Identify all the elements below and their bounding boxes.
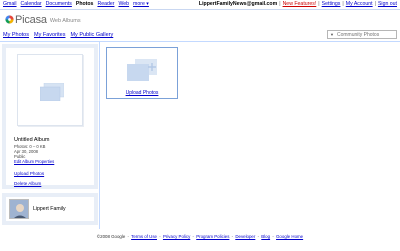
sign-out-link[interactable]: Sign out (378, 0, 397, 8)
blog-link[interactable]: Blog (261, 234, 270, 239)
album-nav: My Photos My Favorites My Public Gallery (3, 32, 113, 39)
gbar-photos-current: Photos (75, 1, 94, 7)
album-cover[interactable] (17, 54, 83, 126)
web-albums-label: Web Albums (49, 18, 81, 24)
album-card: Untitled Album Photos: 0 – 0 KB Apr 30, … (6, 48, 94, 186)
separator: - (231, 234, 234, 239)
separator: - (159, 234, 161, 239)
my-photos-link[interactable]: My Photos (3, 32, 29, 39)
album-actions: Upload Photos Delete Album (14, 169, 44, 189)
separator: | (318, 1, 320, 7)
picasa-pinwheel-icon (5, 15, 14, 24)
google-home-link[interactable]: Google Home (276, 234, 303, 239)
my-favorites-link[interactable]: My Favorites (34, 32, 65, 39)
album-details: Untitled Album Photos: 0 – 0 KB Apr 30, … (14, 137, 54, 164)
separator: - (257, 234, 260, 239)
delete-album-link[interactable]: Delete Album (14, 179, 44, 189)
google-bar-divider (0, 9, 400, 10)
photo-placeholder-icon (40, 83, 64, 101)
google-bar: Gmail Calendar Documents Photos Reader W… (0, 0, 400, 9)
separator: | (374, 1, 376, 7)
community-search: ▼ (327, 30, 397, 39)
settings-link[interactable]: Settings (322, 0, 341, 8)
picasa-wordmark: Picasa (15, 14, 47, 26)
upload-photos-tile-label[interactable]: Upload Photos (107, 90, 177, 96)
new-features-link[interactable]: New Features! (283, 0, 317, 8)
privacy-policy-link[interactable]: Privacy Policy (163, 234, 190, 239)
copyright: ©2008 Google (96, 234, 126, 239)
upload-photos-tile[interactable]: Upload Photos (106, 47, 178, 99)
user-panel: Lippert Family (2, 193, 98, 225)
avatar-person-icon (10, 200, 28, 218)
separator: - (272, 234, 274, 239)
developer-link[interactable]: Developer (235, 234, 255, 239)
terms-of-use-link[interactable]: Terms of Use (131, 234, 157, 239)
user-avatar[interactable] (9, 199, 29, 219)
search-scope-dropdown-icon[interactable]: ▼ (330, 32, 334, 37)
album-panel: Untitled Album Photos: 0 – 0 KB Apr 30, … (2, 44, 98, 189)
account-links: LippertFamilyNews@gmail.com | New Featur… (199, 0, 397, 8)
account-email: LippertFamilyNews@gmail.com (198, 1, 278, 7)
album-title: Untitled Album (14, 137, 50, 143)
separator: - (127, 234, 129, 239)
edit-album-properties-link[interactable]: Edit Album Properties (14, 159, 54, 164)
gbar-reader-link[interactable]: Reader (97, 0, 114, 8)
gbar-documents-link[interactable]: Documents (46, 0, 72, 8)
gbar-more-menu[interactable]: more ▾ (133, 0, 149, 8)
my-account-link[interactable]: My Account (346, 0, 373, 8)
content-divider (99, 42, 100, 229)
separator: | (279, 1, 281, 7)
gbar-gmail-link[interactable]: Gmail (3, 0, 17, 8)
separator: - (192, 234, 194, 239)
picasa-logo[interactable]: Picasa Web Albums (5, 12, 81, 26)
upload-photos-link[interactable]: Upload Photos (14, 169, 44, 179)
user-name[interactable]: Lippert Family (33, 206, 66, 212)
google-bar-links: Gmail Calendar Documents Photos Reader W… (3, 0, 149, 8)
upload-placeholder-icon (127, 59, 157, 81)
gbar-web-link[interactable]: Web (118, 0, 129, 8)
gbar-calendar-link[interactable]: Calendar (21, 0, 42, 8)
user-card: Lippert Family (6, 197, 94, 221)
nav-divider (0, 41, 400, 42)
program-policies-link[interactable]: Program Policies (196, 234, 229, 239)
my-public-gallery-link[interactable]: My Public Gallery (70, 32, 113, 39)
community-photos-search-input[interactable] (336, 31, 393, 38)
footer: ©2008 Google - Terms of Use - Privacy Po… (0, 234, 400, 239)
separator: | (342, 1, 344, 7)
